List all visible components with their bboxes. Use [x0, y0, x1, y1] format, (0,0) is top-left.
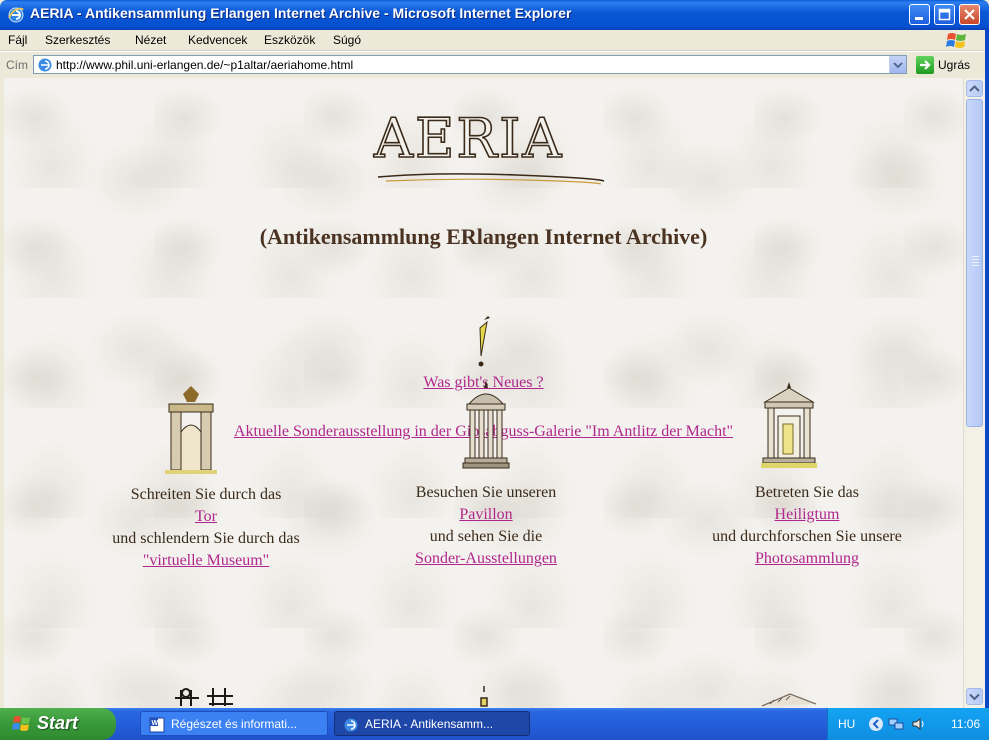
building-icon[interactable]	[760, 690, 820, 708]
photo-collection-link[interactable]: Photosammlung	[755, 550, 859, 567]
menu-favorites[interactable]: Kedvencek	[188, 33, 247, 47]
page-icon	[38, 58, 52, 72]
svg-text:W: W	[152, 720, 159, 727]
minimize-button[interactable]	[909, 4, 930, 25]
chevron-down-icon	[893, 62, 903, 69]
gate-text-1: Schreiten Sie durch das	[130, 486, 282, 503]
window-frame-right	[985, 30, 989, 708]
sanctuary-text-2: und durchforschen Sie unsere	[712, 528, 902, 545]
taskbar-item-word[interactable]: W Régészet és informati...	[140, 711, 328, 736]
taskbar-item-label: Régészet és informati...	[171, 717, 298, 731]
network-icon[interactable]	[888, 716, 904, 732]
close-icon	[964, 9, 975, 20]
sanctuary-link[interactable]: Heiligtum	[775, 506, 840, 523]
maximize-button[interactable]	[934, 4, 955, 25]
close-button[interactable]	[959, 4, 980, 25]
virtual-museum-link[interactable]: "virtuelle Museum"	[143, 552, 269, 569]
go-label[interactable]: Ugrás	[938, 58, 970, 72]
start-label: Start	[37, 713, 79, 733]
minimize-icon	[915, 17, 923, 20]
ruins-icon[interactable]	[171, 684, 241, 708]
gate-column: Schreiten Sie durch das Tor und schlende…	[66, 386, 346, 572]
language-indicator[interactable]: HU	[838, 717, 855, 731]
chevron-down-icon	[969, 693, 980, 701]
temple-icon[interactable]	[759, 380, 819, 470]
menu-help[interactable]: Súgó	[333, 33, 361, 47]
special-exhibitions-link[interactable]: Sonder-Ausstellungen	[415, 550, 557, 567]
word-document-icon: W	[149, 717, 165, 733]
scroll-thumb[interactable]	[966, 99, 983, 427]
window-title: AERIA - Antikensammlung Erlangen Interne…	[30, 5, 572, 21]
menu-bar: Fájl Szerkesztés Nézet Kedvencek Eszközö…	[0, 30, 989, 51]
statue-icon[interactable]	[478, 684, 490, 708]
maximize-icon	[938, 8, 951, 21]
start-button[interactable]: Start	[0, 708, 116, 740]
menu-view[interactable]: Nézet	[135, 33, 166, 47]
go-arrow-icon	[920, 60, 931, 70]
address-dropdown-button[interactable]	[889, 56, 906, 73]
pavilion-icon[interactable]	[461, 378, 511, 470]
menu-file[interactable]: Fájl	[8, 33, 27, 47]
scroll-grip-line	[972, 262, 979, 263]
windows-logo-icon	[946, 33, 966, 48]
gate-text-2: und schlendern Sie durch das	[112, 530, 300, 547]
speaker-icon[interactable]	[910, 716, 926, 732]
internet-explorer-icon	[344, 718, 358, 732]
pavilion-text-1: Besuchen Sie unseren	[415, 484, 557, 501]
logo-underline-decoration	[377, 173, 605, 185]
gate-icon[interactable]	[161, 384, 221, 476]
address-label: Cím	[6, 58, 28, 72]
scroll-grip-line	[972, 265, 979, 266]
scroll-grip-line	[972, 259, 979, 260]
pavilion-column: Besuchen Sie unseren Pavillon und sehen …	[346, 380, 626, 570]
page-subtitle: (Antikensammlung ERlangen Internet Archi…	[259, 224, 708, 249]
clock: 11:06	[951, 717, 981, 731]
address-bar: Cím http://www.phil.uni-erlangen.de/~p1a…	[0, 51, 989, 79]
pavilion-link[interactable]: Pavillon	[459, 506, 512, 523]
windows-flag-icon	[12, 716, 30, 731]
gate-link[interactable]: Tor	[195, 508, 217, 525]
pavilion-text-2: und sehen Sie die	[429, 528, 543, 545]
page-content: AERIA (Antikensammlung ERlangen Internet…	[4, 78, 963, 708]
address-url: http://www.phil.uni-erlangen.de/~p1altar…	[56, 58, 354, 72]
exclamation-icon	[478, 316, 490, 367]
address-input[interactable]: http://www.phil.uni-erlangen.de/~p1altar…	[33, 55, 907, 74]
sanctuary-column: Betreten Sie das Heiligtum und durchfors…	[667, 382, 947, 570]
scroll-up-button[interactable]	[966, 80, 983, 97]
internet-explorer-icon	[8, 7, 24, 23]
chevron-up-icon	[969, 85, 980, 92]
system-tray: HU 11:06	[827, 708, 989, 740]
sanctuary-text-1: Betreten Sie das	[755, 484, 859, 501]
vertical-scrollbar[interactable]	[963, 78, 986, 708]
taskbar-item-ie[interactable]: AERIA - Antikensamm...	[334, 711, 530, 736]
scroll-down-button[interactable]	[966, 688, 983, 705]
aeria-logo: AERIA	[373, 107, 564, 170]
go-button[interactable]	[916, 56, 934, 74]
taskbar-item-label: AERIA - Antikensamm...	[365, 717, 494, 731]
tray-expand-icon[interactable]	[868, 716, 884, 732]
scroll-grip-line	[972, 256, 979, 257]
taskbar: Start W Régészet és informati... AERIA -…	[0, 708, 989, 740]
menu-tools[interactable]: Eszközök	[264, 33, 315, 47]
menu-edit[interactable]: Szerkesztés	[45, 33, 110, 47]
title-bar: AERIA - Antikensammlung Erlangen Interne…	[0, 0, 989, 30]
